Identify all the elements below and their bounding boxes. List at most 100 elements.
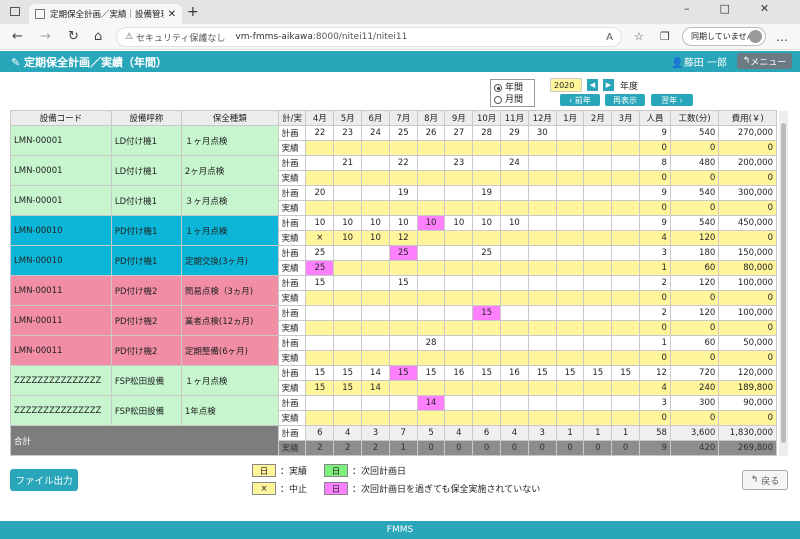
- plan-cell[interactable]: [583, 275, 613, 291]
- plan-cell[interactable]: [611, 155, 641, 171]
- actual-cell[interactable]: [500, 200, 529, 216]
- actual-cell[interactable]: [305, 170, 335, 186]
- actual-cell[interactable]: [444, 410, 474, 426]
- plan-cell[interactable]: [583, 245, 613, 261]
- plan-cell[interactable]: 15: [305, 275, 335, 291]
- radio-year[interactable]: 年間: [494, 82, 531, 94]
- plan-cell[interactable]: [333, 395, 363, 411]
- year-input[interactable]: 2020: [550, 78, 582, 92]
- actual-cell[interactable]: [333, 260, 363, 276]
- actual-cell[interactable]: [388, 290, 418, 306]
- actual-cell[interactable]: [388, 410, 418, 426]
- actual-cell[interactable]: [500, 260, 529, 276]
- actual-cell[interactable]: [472, 290, 502, 306]
- vertical-scrollbar[interactable]: [779, 111, 788, 456]
- profile-button[interactable]: 同期していません: [682, 27, 766, 46]
- actual-cell[interactable]: [416, 170, 446, 186]
- plan-cell[interactable]: [444, 245, 474, 261]
- plan-cell[interactable]: 15: [555, 365, 585, 381]
- actual-cell[interactable]: [583, 170, 613, 186]
- actual-cell[interactable]: [500, 320, 529, 336]
- plan-cell[interactable]: [611, 215, 641, 231]
- plan-cell[interactable]: [500, 305, 529, 321]
- plan-cell[interactable]: [555, 125, 585, 141]
- redisplay-button[interactable]: 再表示: [605, 94, 645, 106]
- plan-cell[interactable]: [555, 335, 585, 351]
- actual-cell[interactable]: [527, 200, 557, 216]
- plan-cell[interactable]: [583, 185, 613, 201]
- plan-cell[interactable]: 22: [388, 155, 418, 171]
- plan-cell[interactable]: 10: [333, 215, 363, 231]
- plan-cell[interactable]: [611, 335, 641, 351]
- plan-cell[interactable]: [611, 125, 641, 141]
- plan-cell[interactable]: [444, 185, 474, 201]
- plan-cell[interactable]: 15: [472, 305, 502, 321]
- actual-cell[interactable]: [611, 230, 641, 246]
- plan-cell[interactable]: [361, 335, 390, 351]
- plan-cell[interactable]: [611, 305, 641, 321]
- actual-cell[interactable]: [527, 140, 557, 156]
- plan-cell[interactable]: [444, 275, 474, 291]
- plan-cell[interactable]: [333, 245, 363, 261]
- plan-cell[interactable]: [444, 395, 474, 411]
- plan-cell[interactable]: 15: [388, 365, 418, 381]
- plan-cell[interactable]: [527, 395, 557, 411]
- actual-cell[interactable]: [444, 230, 474, 246]
- actual-cell[interactable]: [583, 350, 613, 366]
- plan-cell[interactable]: [555, 215, 585, 231]
- plan-cell[interactable]: [500, 395, 529, 411]
- actual-cell[interactable]: [444, 200, 474, 216]
- window-controls-icon[interactable]: –□✕: [684, 2, 799, 15]
- actual-cell[interactable]: [416, 200, 446, 216]
- plan-cell[interactable]: 15: [583, 365, 613, 381]
- actual-cell[interactable]: [583, 410, 613, 426]
- plan-cell[interactable]: 14: [416, 395, 446, 411]
- plan-cell[interactable]: [472, 155, 502, 171]
- plan-cell[interactable]: 15: [472, 365, 502, 381]
- plan-cell[interactable]: 10: [500, 215, 529, 231]
- plan-cell[interactable]: 10: [416, 215, 446, 231]
- url-field[interactable]: ⚠ セキュリティ保護なし vm-fmms-aikawa:8000/nitei11…: [116, 27, 622, 47]
- actual-cell[interactable]: [472, 350, 502, 366]
- plan-cell[interactable]: [583, 305, 613, 321]
- plan-cell[interactable]: 10: [444, 215, 474, 231]
- file-output-button[interactable]: ファイル出力: [10, 469, 78, 491]
- plan-cell[interactable]: [333, 185, 363, 201]
- plan-cell[interactable]: 10: [361, 215, 390, 231]
- actual-cell[interactable]: [583, 380, 613, 396]
- plan-cell[interactable]: 23: [444, 155, 474, 171]
- actual-cell[interactable]: [472, 320, 502, 336]
- actual-cell[interactable]: [305, 290, 335, 306]
- menu-button[interactable]: ↰ メニュー: [737, 53, 792, 69]
- plan-cell[interactable]: 24: [361, 125, 390, 141]
- actual-cell[interactable]: [416, 320, 446, 336]
- actual-cell[interactable]: [361, 260, 390, 276]
- plan-cell[interactable]: 15: [305, 365, 335, 381]
- plan-cell[interactable]: [388, 305, 418, 321]
- actual-cell[interactable]: [500, 170, 529, 186]
- plan-cell[interactable]: [444, 305, 474, 321]
- plan-cell[interactable]: [611, 245, 641, 261]
- plan-cell[interactable]: [361, 305, 390, 321]
- plan-cell[interactable]: 30: [527, 125, 557, 141]
- actual-cell[interactable]: [611, 320, 641, 336]
- actual-cell[interactable]: 15: [333, 380, 363, 396]
- reload-icon[interactable]: ↻: [68, 29, 79, 44]
- plan-cell[interactable]: [388, 395, 418, 411]
- plan-cell[interactable]: [416, 245, 446, 261]
- actual-cell[interactable]: 15: [305, 380, 335, 396]
- plan-cell[interactable]: 15: [416, 365, 446, 381]
- plan-cell[interactable]: [583, 155, 613, 171]
- plan-cell[interactable]: 22: [305, 125, 335, 141]
- plan-cell[interactable]: 26: [416, 125, 446, 141]
- plan-cell[interactable]: 25: [388, 125, 418, 141]
- more-options-icon[interactable]: …: [776, 30, 788, 44]
- tab-actions-icon[interactable]: [10, 7, 20, 16]
- plan-cell[interactable]: [416, 155, 446, 171]
- plan-cell[interactable]: [527, 185, 557, 201]
- actual-cell[interactable]: [333, 170, 363, 186]
- actual-cell[interactable]: ×: [305, 230, 335, 246]
- plan-cell[interactable]: [361, 395, 390, 411]
- actual-cell[interactable]: [611, 290, 641, 306]
- actual-cell[interactable]: [361, 350, 390, 366]
